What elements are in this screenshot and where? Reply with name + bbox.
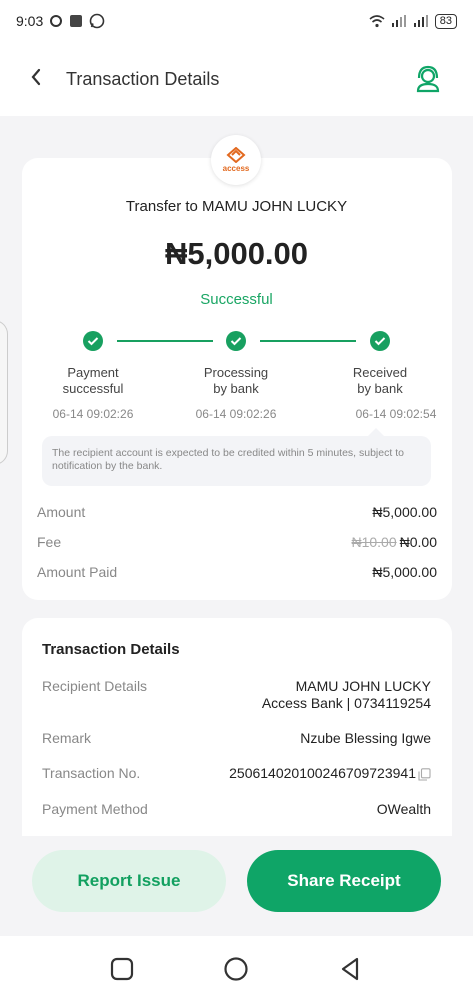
transaction-number: 250614020100246709723941: [229, 765, 416, 781]
access-bank-logo-icon: [226, 147, 246, 163]
support-button[interactable]: [413, 64, 443, 94]
status-time: 9:03: [16, 13, 44, 29]
fee-original: ₦10.00: [351, 534, 397, 550]
share-receipt-button[interactable]: Share Receipt: [247, 850, 441, 912]
credit-notice: The recipient account is expected to be …: [42, 436, 431, 486]
wifi-icon: [369, 14, 385, 27]
amount-paid-row: Amount Paid ₦5,000.00: [37, 564, 437, 580]
step-time: 06-14 09:02:26: [195, 407, 277, 421]
bank-logo-name: access: [222, 164, 250, 173]
signal-icon: [391, 15, 406, 27]
step-check-icon: [370, 331, 390, 351]
step-label: Received by bank: [352, 365, 408, 396]
status-bar: 9:03 83: [0, 0, 473, 42]
fee-value: ₦0.00: [399, 534, 437, 550]
copy-icon[interactable]: [418, 768, 431, 781]
signal-icon-2: [413, 15, 428, 27]
remark-row: Remark Nzube Blessing Igwe: [42, 730, 431, 746]
progress-line: [117, 340, 213, 342]
fee-row: Fee ₦10.00 ₦0.00: [37, 534, 437, 550]
report-issue-button[interactable]: Report Issue: [32, 850, 226, 912]
whatsapp-icon: [89, 13, 105, 29]
bank-logo: access: [211, 135, 261, 185]
details-title: Transaction Details: [42, 641, 180, 658]
step-check-icon: [226, 331, 246, 351]
transaction-number-row: Transaction No. 250614020100246709723941: [42, 765, 431, 782]
progress-line: [260, 340, 356, 342]
sync-icon: [50, 15, 63, 27]
battery-indicator: 83: [434, 13, 457, 29]
customer-support-icon: [416, 65, 440, 93]
back-button[interactable]: [30, 66, 54, 92]
app-header: Transaction Details: [0, 42, 473, 116]
back-nav-icon[interactable]: [338, 956, 364, 982]
amount-row: Amount ₦5,000.00: [37, 504, 437, 520]
recipient-row: Recipient Details MAMU JOHN LUCKY Access …: [42, 678, 431, 711]
step-label: Payment successful: [62, 365, 124, 396]
recipient-name: MAMU JOHN LUCKY: [295, 678, 431, 694]
transfer-recipient-heading: Transfer to MAMU JOHN LUCKY: [125, 198, 348, 215]
step-time: 06-14 09:02:54: [355, 407, 437, 421]
step-time: 06-14 09:02:26: [52, 407, 134, 421]
transfer-status: Successful: [200, 291, 273, 308]
system-nav-bar: [0, 936, 473, 1000]
floating-edge-tab[interactable]: [0, 320, 8, 465]
recents-icon[interactable]: [109, 956, 135, 982]
notice-pointer: [368, 428, 384, 436]
app-square-icon: [70, 15, 83, 27]
home-icon[interactable]: [223, 956, 249, 982]
step-label: Processing by bank: [203, 365, 269, 396]
chevron-left-icon: [31, 68, 41, 86]
step-check-icon: [83, 331, 103, 351]
transfer-amount: ₦5,000.00: [164, 236, 309, 271]
payment-method-row: Payment Method OWealth: [42, 801, 431, 817]
page-title: Transaction Details: [66, 68, 220, 89]
recipient-bank: Access Bank | 0734119254: [261, 695, 431, 711]
